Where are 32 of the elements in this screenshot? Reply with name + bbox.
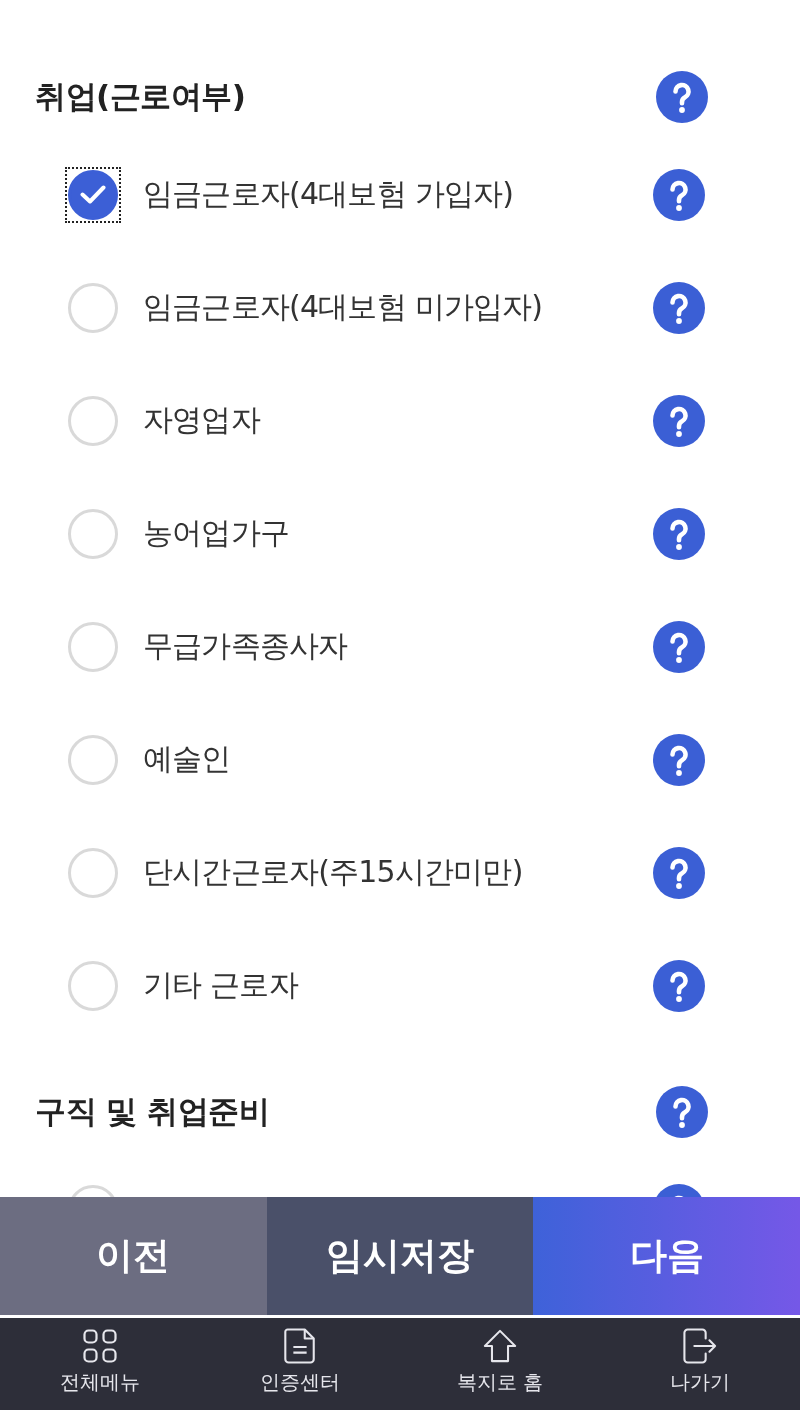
nav-item[interactable]: 나가기 bbox=[600, 1318, 800, 1410]
option-label[interactable]: 무급가족종사자 bbox=[143, 626, 348, 667]
help-icon[interactable] bbox=[653, 394, 705, 447]
save-draft-button[interactable]: 임시저장 bbox=[266, 1197, 534, 1315]
help-icon[interactable] bbox=[653, 733, 705, 786]
help-icon[interactable] bbox=[656, 1086, 708, 1138]
help-icon[interactable] bbox=[653, 168, 705, 221]
nav-item[interactable]: 인증센터 bbox=[200, 1318, 400, 1410]
option-label[interactable]: 임금근로자(4대보험 가입자) bbox=[143, 174, 514, 215]
section-title: 구직 및 취업준비 bbox=[35, 1092, 270, 1131]
option-label[interactable]: 예술인 bbox=[143, 739, 231, 780]
previous-button[interactable]: 이전 bbox=[0, 1197, 267, 1315]
house-icon bbox=[483, 1328, 517, 1364]
document-icon bbox=[283, 1328, 317, 1364]
help-icon[interactable] bbox=[653, 507, 705, 560]
help-icon[interactable] bbox=[653, 281, 705, 334]
section-title: 취업(근로여부) bbox=[35, 77, 246, 116]
help-icon[interactable] bbox=[653, 846, 705, 899]
grid-icon bbox=[83, 1328, 117, 1364]
help-icon[interactable] bbox=[656, 71, 708, 123]
door-arrow-icon bbox=[683, 1328, 717, 1364]
help-icon[interactable] bbox=[653, 620, 705, 673]
option-label[interactable]: 농어업가구 bbox=[143, 513, 289, 554]
help-icon[interactable] bbox=[653, 959, 705, 1012]
option-label[interactable]: 기타 근로자 bbox=[143, 965, 298, 1006]
nav-item[interactable]: 복지로 홈 bbox=[400, 1318, 600, 1410]
nav-item[interactable]: 전체메뉴 bbox=[0, 1318, 200, 1410]
next-button[interactable]: 다음 bbox=[533, 1197, 800, 1315]
option-label[interactable]: 임금근로자(4대보험 미가입자) bbox=[143, 287, 543, 328]
option-label[interactable]: 단시간근로자(주15시간미만) bbox=[143, 852, 523, 893]
check-icon bbox=[80, 185, 106, 204]
option-label[interactable]: 자영업자 bbox=[143, 400, 260, 441]
